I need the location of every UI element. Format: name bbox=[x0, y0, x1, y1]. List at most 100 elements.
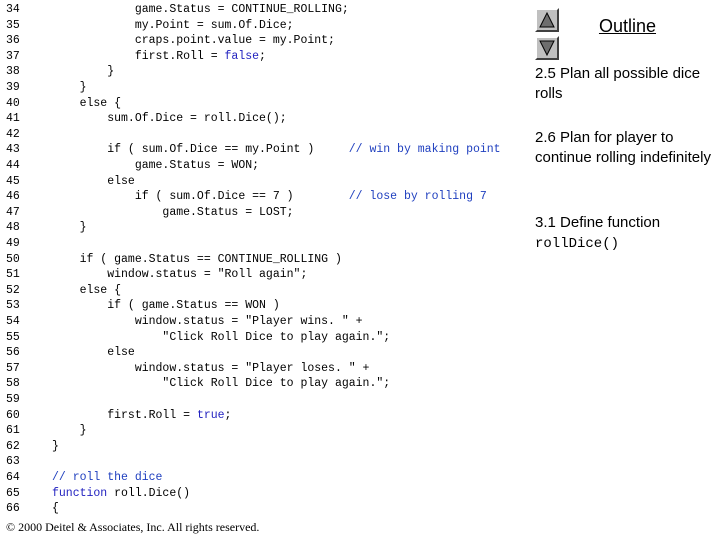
code-text: window.status = "Player loses. " + bbox=[52, 361, 370, 377]
code-line: 59 bbox=[0, 392, 533, 408]
code-line: 55 "Click Roll Dice to play again."; bbox=[0, 330, 533, 346]
code-keyword: function bbox=[52, 486, 108, 500]
code-segment: craps.point.value = my.Point; bbox=[52, 34, 335, 48]
code-line: 54 window.status = "Player wins. " + bbox=[0, 314, 533, 330]
outline-item-continue-rolling: 2.6 Plan for player to continue rolling … bbox=[535, 129, 711, 166]
code-line: 47 game.Status = LOST; bbox=[0, 205, 533, 221]
code-segment: first.Roll = bbox=[52, 408, 197, 422]
code-segment: game.Status = CONTINUE_ROLLING; bbox=[52, 3, 349, 16]
line-number: 63 bbox=[6, 455, 20, 469]
next-slide-button[interactable] bbox=[535, 36, 559, 60]
previous-slide-button[interactable] bbox=[535, 8, 559, 32]
code-line: 64 // roll the dice bbox=[0, 470, 533, 486]
code-segment: window.status = "Player wins. " + bbox=[52, 315, 363, 328]
code-line: 52 else { bbox=[0, 283, 533, 299]
code-text: { bbox=[52, 501, 59, 517]
outline-item-code: rollDice() bbox=[535, 236, 620, 252]
code-text: "Click Roll Dice to play again."; bbox=[52, 330, 390, 346]
line-number: 34 bbox=[6, 3, 20, 16]
line-number: 40 bbox=[6, 96, 20, 110]
code-segment: window.status = "Player loses. " + bbox=[52, 361, 370, 375]
copyright-footer: © 2000 Deitel & Associates, Inc. All rig… bbox=[6, 520, 260, 534]
code-line: 51 window.status = "Roll again"; bbox=[0, 267, 533, 283]
triangle-up-icon bbox=[539, 11, 555, 28]
code-segment: } bbox=[52, 439, 59, 453]
code-line: 62} bbox=[0, 439, 533, 455]
code-segment: "Click Roll Dice to play again."; bbox=[52, 377, 391, 391]
line-number: 65 bbox=[6, 486, 20, 500]
code-line: 38 } bbox=[0, 64, 533, 80]
code-segment: window.status = "Roll again"; bbox=[52, 268, 308, 282]
code-text: game.Status = WON; bbox=[52, 158, 259, 174]
code-comment: // lose by rolling 7 bbox=[348, 190, 487, 204]
line-number: 60 bbox=[6, 408, 20, 422]
code-text: function roll.Dice() bbox=[52, 486, 190, 502]
line-number: 36 bbox=[6, 34, 20, 48]
code-line: 49 bbox=[0, 236, 533, 252]
code-text: craps.point.value = my.Point; bbox=[52, 33, 335, 49]
code-segment: roll.Dice() bbox=[107, 486, 191, 500]
code-comment: // roll the dice bbox=[52, 471, 163, 484]
outline-item-define-function: 3.1 Define function rollDice() bbox=[535, 213, 717, 254]
code-text: first.Roll = false; bbox=[52, 49, 266, 65]
code-line: 48 } bbox=[0, 220, 533, 236]
code-line: 63 bbox=[0, 454, 533, 470]
code-line: 50 if ( game.Status == CONTINUE_ROLLING … bbox=[0, 252, 533, 268]
code-segment: sum.Of.Dice = roll.Dice(); bbox=[52, 112, 287, 126]
code-text: else { bbox=[52, 283, 121, 299]
code-text: } bbox=[52, 220, 87, 236]
code-segment: if ( sum.Of.Dice == my.Point ) bbox=[52, 143, 349, 157]
code-text: my.Point = sum.Of.Dice; bbox=[52, 18, 294, 34]
code-line: 39 } bbox=[0, 80, 533, 96]
code-text: } bbox=[52, 439, 59, 455]
code-segment: } bbox=[52, 65, 115, 79]
code-segment: first.Roll = bbox=[52, 49, 225, 63]
code-text: } bbox=[52, 423, 87, 439]
code-text: sum.Of.Dice = roll.Dice(); bbox=[52, 111, 287, 127]
code-line: 40 else { bbox=[0, 96, 533, 112]
line-number: 59 bbox=[6, 393, 20, 406]
line-number: 43 bbox=[6, 143, 20, 157]
outline-title[interactable]: Outline bbox=[590, 16, 665, 37]
code-line: 42 bbox=[0, 127, 533, 143]
code-segment: if ( game.Status == CONTINUE_ROLLING ) bbox=[52, 252, 342, 266]
line-number: 56 bbox=[6, 346, 20, 360]
code-segment: } bbox=[52, 221, 87, 235]
code-keyword: true bbox=[196, 408, 225, 422]
code-text: if ( game.Status == WON ) bbox=[52, 298, 280, 314]
code-text: else bbox=[52, 345, 135, 361]
code-line: 61 } bbox=[0, 423, 533, 439]
code-text: window.status = "Roll again"; bbox=[52, 267, 307, 283]
code-line: 56 else bbox=[0, 345, 533, 361]
code-text: else bbox=[52, 174, 135, 190]
code-segment: if ( sum.Of.Dice == 7 ) bbox=[52, 190, 349, 204]
line-number: 41 bbox=[6, 112, 20, 126]
code-text: if ( game.Status == CONTINUE_ROLLING ) bbox=[52, 252, 342, 268]
code-line: 66 { bbox=[0, 501, 533, 517]
code-line: 60 first.Roll = true; bbox=[0, 408, 533, 424]
code-segment: { bbox=[52, 502, 59, 516]
code-listing: 34 game.Status = CONTINUE_ROLLING; 35 my.… bbox=[0, 0, 533, 518]
code-line: 43 if ( sum.Of.Dice == my.Point ) // win… bbox=[0, 142, 533, 158]
code-segment: else bbox=[52, 174, 135, 188]
code-line: 37 first.Roll = false; bbox=[0, 49, 533, 65]
code-segment: my.Point = sum.Of.Dice; bbox=[52, 18, 294, 32]
code-line: 45 else bbox=[0, 174, 533, 190]
code-line: 44 game.Status = WON; bbox=[0, 158, 533, 174]
code-line: 34 game.Status = CONTINUE_ROLLING; bbox=[0, 2, 533, 18]
line-number: 53 bbox=[6, 299, 20, 313]
code-segment: "Click Roll Dice to play again."; bbox=[52, 330, 391, 344]
line-number: 66 bbox=[6, 502, 20, 516]
line-number: 35 bbox=[6, 18, 20, 32]
code-segment: } bbox=[52, 424, 87, 438]
code-segment: else { bbox=[52, 96, 122, 110]
line-number: 50 bbox=[6, 252, 20, 266]
line-number: 38 bbox=[6, 65, 20, 79]
code-keyword: false bbox=[224, 49, 260, 63]
line-number: 55 bbox=[6, 330, 20, 344]
code-text: if ( sum.Of.Dice == 7 ) // lose by rolli… bbox=[52, 189, 487, 205]
outline-item-plan-rolls: 2.5 Plan all possible dice rolls bbox=[535, 65, 701, 102]
line-number: 48 bbox=[6, 221, 20, 235]
line-number: 47 bbox=[6, 205, 20, 219]
code-line: 41 sum.Of.Dice = roll.Dice(); bbox=[0, 111, 533, 127]
